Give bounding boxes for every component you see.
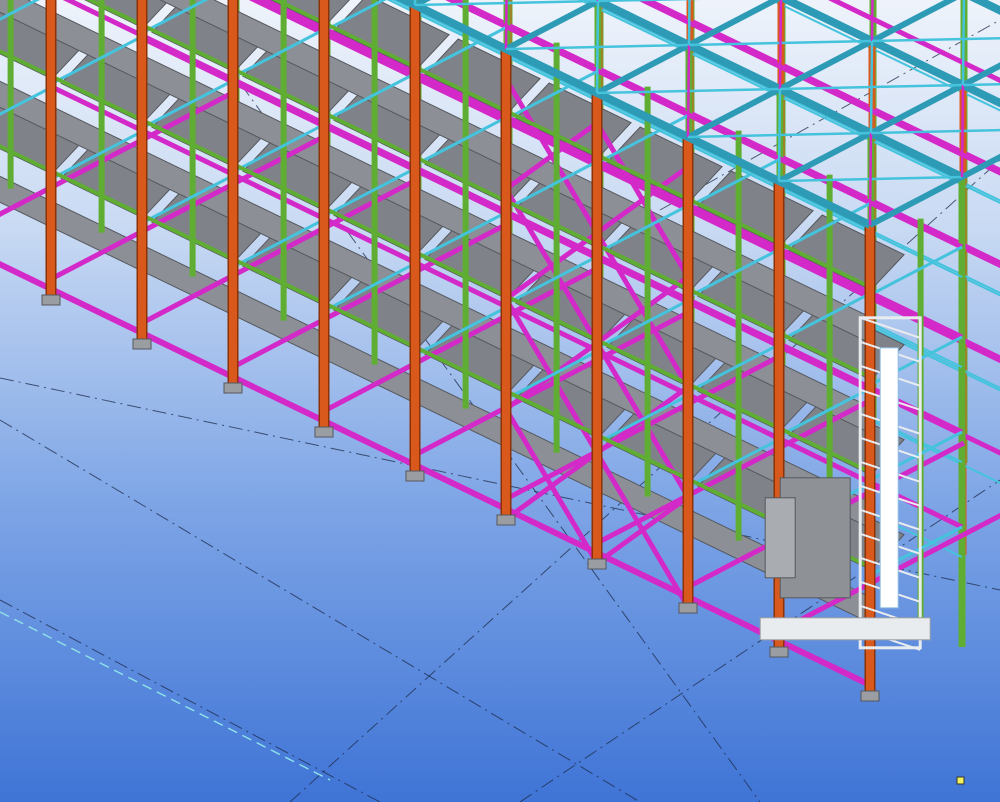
roof-diagonal — [871, 36, 1000, 43]
roof-diagonal — [686, 44, 691, 138]
coordinate-marker-icon — [956, 776, 965, 785]
base-plate — [496, 514, 516, 526]
shelf-face — [328, 334, 411, 402]
base-plate — [314, 426, 334, 438]
floor-beam — [595, 550, 690, 600]
base-plate — [405, 470, 425, 482]
floor-beam — [231, 374, 326, 424]
base-plate — [860, 690, 880, 702]
equipment-base — [759, 617, 931, 641]
roof-diagonal — [687, 0, 691, 46]
floor-beam — [413, 462, 508, 512]
roof-diagonal — [869, 40, 874, 134]
roof-diagonal — [961, 0, 966, 86]
floor-beam — [777, 638, 872, 688]
base-plate — [678, 602, 698, 614]
shelf-face — [146, 246, 229, 314]
roof-diagonal — [870, 128, 1000, 135]
model-viewport[interactable] — [0, 0, 1000, 802]
grid-line-cyan — [0, 611, 331, 781]
roof-diagonal — [870, 0, 874, 42]
floor-beam — [504, 506, 599, 556]
roof-diagonal — [777, 88, 782, 182]
structure-3d-view[interactable] — [0, 0, 1000, 802]
base-plate — [587, 558, 607, 570]
base-plate — [132, 338, 152, 350]
cross-beam — [961, 512, 1000, 538]
floor-beam — [49, 286, 144, 336]
lift-shaft — [879, 347, 899, 609]
shelf-face — [237, 290, 320, 358]
shelf-face — [419, 378, 502, 446]
shelf-face — [55, 202, 138, 270]
roof-diagonal — [504, 0, 508, 50]
markers — [956, 776, 965, 785]
drive-unit-side — [764, 497, 796, 579]
base-plate — [223, 382, 243, 394]
floor-beam — [0, 261, 53, 292]
roof-diagonal — [960, 84, 965, 178]
floor-beam — [322, 418, 417, 468]
grid-line — [0, 599, 381, 802]
floor-beam — [140, 330, 235, 380]
base-plate — [769, 646, 789, 658]
roof-diagonal — [868, 132, 873, 226]
shelf-face — [692, 510, 775, 578]
roof-diagonal — [778, 0, 783, 90]
base-plate — [41, 294, 61, 306]
roof-diagonal — [595, 0, 600, 94]
